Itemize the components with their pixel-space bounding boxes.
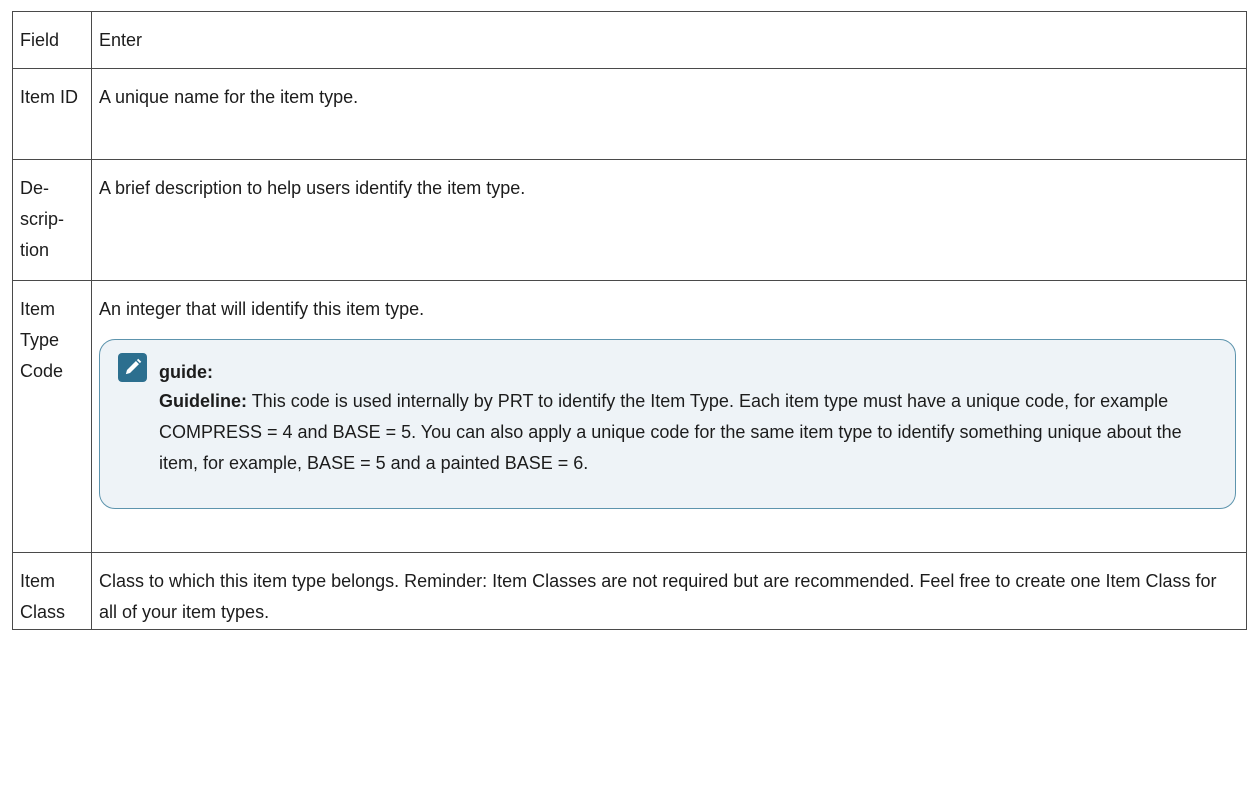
field-description: An integer that will identify this item … xyxy=(99,299,425,319)
note-header: guide: xyxy=(114,350,1219,384)
header-enter: Enter xyxy=(91,11,1247,69)
table-row: De­scrip­tion A brief description to hel… xyxy=(12,159,1247,281)
field-name: Item Type Code xyxy=(12,280,92,553)
field-description: Class to which this item type belongs. R… xyxy=(91,552,1247,630)
table-row: Item ID A unique name for the item type. xyxy=(12,68,1247,160)
table-row: Item Type Code An integer that will iden… xyxy=(12,280,1247,553)
field-name: De­scrip­tion xyxy=(12,159,92,281)
field-name: Item Class xyxy=(12,552,92,630)
field-description: A brief description to help users identi… xyxy=(91,159,1247,281)
fields-table: Field Enter Item ID A unique name for th… xyxy=(12,11,1247,630)
header-field: Field xyxy=(12,11,92,69)
table-header-row: Field Enter xyxy=(12,11,1247,69)
field-description-cell: An integer that will identify this item … xyxy=(91,280,1247,553)
note-title: guide: xyxy=(159,361,213,382)
note-body: Guideline: This code is used internally … xyxy=(159,386,1219,479)
pencil-note-icon xyxy=(118,352,147,382)
note-lead: Guideline: xyxy=(159,391,248,411)
table-row: Item Class Class to which this item type… xyxy=(12,552,1247,630)
note-text: This code is used internally by PRT to i… xyxy=(159,391,1182,473)
field-description: A unique name for the item type. xyxy=(91,68,1247,160)
field-name: Item ID xyxy=(12,68,92,160)
guide-note: guide: Guideline: This code is used inte… xyxy=(99,339,1236,509)
